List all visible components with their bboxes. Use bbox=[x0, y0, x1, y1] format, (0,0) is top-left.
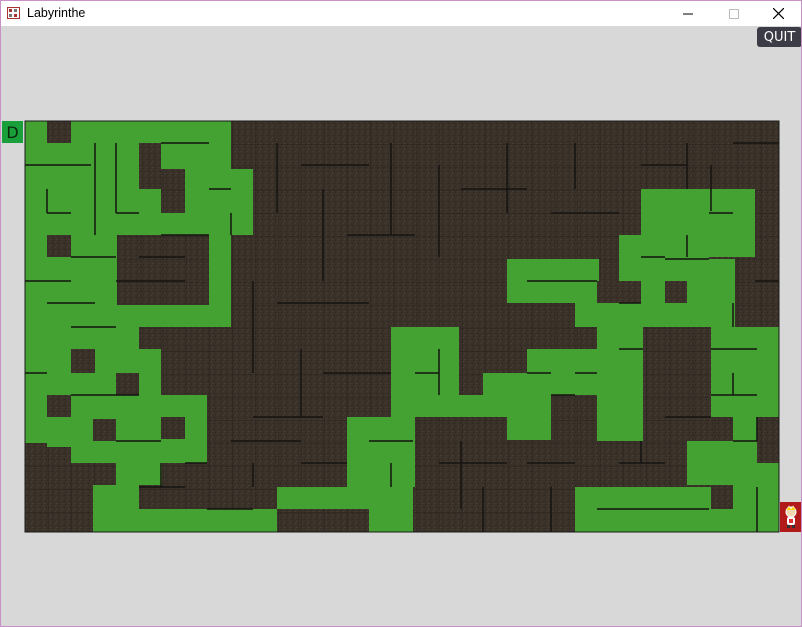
window-title: Labyrinthe bbox=[27, 6, 86, 20]
maze-board bbox=[24, 120, 780, 533]
maximize-button[interactable] bbox=[711, 1, 757, 26]
quit-button[interactable]: QUIT bbox=[757, 27, 801, 47]
app-window: Labyrinthe QUIT D bbox=[0, 0, 802, 627]
minimize-icon bbox=[683, 13, 693, 14]
title-bar[interactable]: Labyrinthe bbox=[1, 1, 801, 26]
goal-cell bbox=[780, 502, 801, 532]
minimize-button[interactable] bbox=[665, 1, 711, 26]
app-icon bbox=[7, 7, 20, 19]
character-icon bbox=[785, 505, 797, 528]
close-button[interactable] bbox=[755, 1, 801, 26]
maximize-icon bbox=[729, 8, 739, 19]
close-icon bbox=[772, 8, 784, 19]
start-cell: D bbox=[2, 121, 23, 143]
